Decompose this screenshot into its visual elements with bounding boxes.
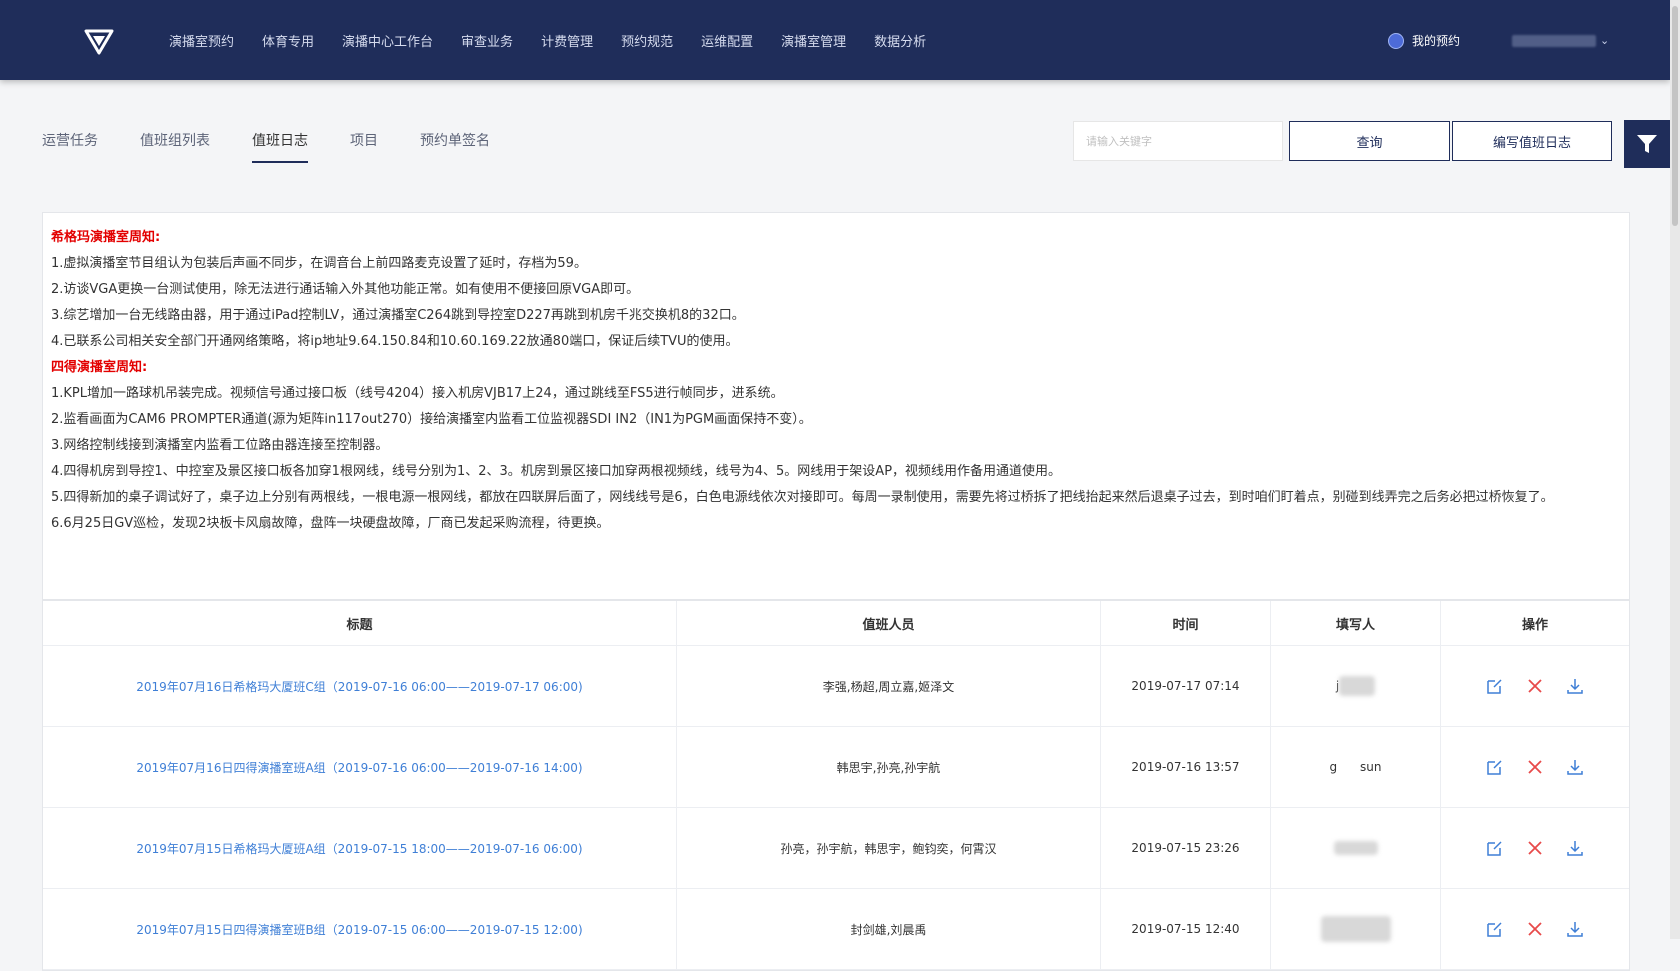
log-title-link[interactable]: 2019年07月16日希格玛大厦班C组（2019-07-16 06:00——20… bbox=[136, 678, 582, 695]
page-scrollbar[interactable] bbox=[1670, 0, 1680, 939]
nav-item-ops-config[interactable]: 运维配置 bbox=[701, 31, 753, 50]
duty-staff: 韩思宇,孙亮,孙宇航 bbox=[677, 727, 1101, 807]
delete-icon[interactable] bbox=[1525, 919, 1545, 939]
column-header-writer: 填写人 bbox=[1271, 601, 1441, 645]
notice-item: 1.虚拟演播室节目组认为包装后声画不同步，在调音台上前四路麦克设置了延时，存档为… bbox=[51, 256, 587, 271]
tab-operation-tasks[interactable]: 运营任务 bbox=[42, 130, 98, 163]
nav-item-booking-rules[interactable]: 预约规范 bbox=[621, 31, 673, 50]
app-logo-icon[interactable] bbox=[84, 28, 114, 56]
log-title-link[interactable]: 2019年07月15日四得演播室班B组（2019-07-15 06:00——20… bbox=[136, 921, 582, 938]
my-booking-label: 我的预约 bbox=[1412, 34, 1461, 48]
edit-icon[interactable] bbox=[1485, 919, 1505, 939]
table-row: 2019年07月16日四得演播室班A组（2019-07-16 06:00——20… bbox=[43, 727, 1629, 808]
table-row: 2019年07月15日希格玛大厦班A组（2019-07-15 18:00——20… bbox=[43, 808, 1629, 889]
notice-item: 4.四得机房到导控1、中控室及景区接口板各加穿1根网线，线号分别为1、2、3。机… bbox=[51, 464, 1062, 479]
writer-cell: g sun bbox=[1271, 727, 1441, 807]
tab-duty-log[interactable]: 值班日志 bbox=[252, 130, 308, 163]
filter-icon bbox=[1637, 135, 1657, 153]
user-name-blurred bbox=[1512, 34, 1596, 47]
delete-icon[interactable] bbox=[1525, 676, 1545, 696]
log-title-link[interactable]: 2019年07月15日希格玛大厦班A组（2019-07-15 18:00——20… bbox=[136, 840, 582, 857]
notice-section2-title: 四得演播室周知: bbox=[51, 360, 148, 375]
log-time: 2019-07-15 12:40 bbox=[1101, 889, 1271, 969]
search-input[interactable] bbox=[1073, 121, 1283, 161]
tab-booking-signature[interactable]: 预约单签名 bbox=[420, 130, 490, 163]
notice-item: 3.综艺增加一台无线路由器，用于通过iPad控制LV，通过演播室C264跳到导控… bbox=[51, 308, 745, 323]
column-header-title: 标题 bbox=[43, 601, 677, 645]
nav-item-studio-booking[interactable]: 演播室预约 bbox=[169, 31, 234, 50]
duty-staff: 李强,杨超,周立嘉,姬泽文 bbox=[677, 646, 1101, 726]
download-icon[interactable] bbox=[1565, 838, 1585, 858]
main-nav: 演播室预约 体育专用 演播中心工作台 审查业务 计费管理 预约规范 运维配置 演… bbox=[155, 0, 940, 80]
log-title-link[interactable]: 2019年07月16日四得演播室班A组（2019-07-16 06:00——20… bbox=[136, 759, 582, 776]
notice-item: 2.监看画面为CAM6 PROMPTER通道(源为矩阵in117out270）接… bbox=[51, 412, 812, 427]
globe-icon bbox=[1388, 32, 1404, 49]
nav-item-studio-management[interactable]: 演播室管理 bbox=[781, 31, 846, 50]
duty-log-table: 标题 值班人员 时间 填写人 操作 2019年07月16日希格玛大厦班C组（20… bbox=[42, 600, 1630, 971]
notice-section1-title: 希格玛演播室周知: bbox=[51, 230, 161, 245]
duty-staff: 封剑雄,刘晨禹 bbox=[677, 889, 1101, 969]
delete-icon[interactable] bbox=[1525, 838, 1545, 858]
writer-cell bbox=[1271, 889, 1441, 969]
edit-icon[interactable] bbox=[1485, 676, 1505, 696]
delete-icon[interactable] bbox=[1525, 757, 1545, 777]
nav-item-data-analysis[interactable]: 数据分析 bbox=[874, 31, 926, 50]
writer-cell: j bbox=[1271, 646, 1441, 726]
nav-item-workbench[interactable]: 演播中心工作台 bbox=[342, 31, 433, 50]
download-icon[interactable] bbox=[1565, 757, 1585, 777]
filter-button[interactable] bbox=[1624, 120, 1670, 168]
notice-item: 1.KPL增加一路球机吊装完成。视频信号通过接口板（线号4204）接入机房VJB… bbox=[51, 386, 784, 401]
write-log-button[interactable]: 编写值班日志 bbox=[1452, 121, 1612, 161]
notice-item: 4.已联系公司相关安全部门开通网络策略，将ip地址9.64.150.84和10.… bbox=[51, 334, 739, 349]
tab-projects[interactable]: 项目 bbox=[350, 130, 378, 163]
table-row: 2019年07月15日四得演播室班B组（2019-07-15 06:00——20… bbox=[43, 889, 1629, 970]
table-header-row: 标题 值班人员 时间 填写人 操作 bbox=[43, 601, 1629, 646]
notice-item: 6.6月25日GV巡检，发现2块板卡风扇故障，盘阵一块硬盘故障，厂商已发起采购流… bbox=[51, 516, 610, 531]
my-booking-link[interactable]: 我的预约 bbox=[1388, 32, 1460, 49]
column-header-time: 时间 bbox=[1101, 601, 1271, 645]
writer-name-blurred bbox=[1320, 916, 1391, 942]
column-header-staff: 值班人员 bbox=[677, 601, 1101, 645]
top-navbar: 演播室预约 体育专用 演播中心工作台 审查业务 计费管理 预约规范 运维配置 演… bbox=[0, 0, 1670, 80]
writer-cell bbox=[1271, 808, 1441, 888]
edit-icon[interactable] bbox=[1485, 838, 1505, 858]
notice-board: 希格玛演播室周知: 1.虚拟演播室节目组认为包装后声画不同步，在调音台上前四路麦… bbox=[42, 212, 1630, 600]
notice-item: 3.网络控制线接到演播室内监看工位路由器连接至控制器。 bbox=[51, 438, 389, 453]
nav-item-billing[interactable]: 计费管理 bbox=[541, 31, 593, 50]
user-menu[interactable]: ⌄ bbox=[1512, 34, 1609, 47]
sub-tabs: 运营任务 值班组列表 值班日志 项目 预约单签名 bbox=[42, 130, 532, 163]
writer-name-blurred bbox=[1333, 841, 1378, 855]
query-button[interactable]: 查询 bbox=[1289, 121, 1450, 161]
column-header-actions: 操作 bbox=[1521, 617, 1548, 633]
chevron-down-icon: ⌄ bbox=[1600, 34, 1610, 47]
duty-staff: 孙亮，孙宇航，韩思宇，鲍钧奕，何霄汉 bbox=[677, 808, 1101, 888]
log-time: 2019-07-15 23:26 bbox=[1101, 808, 1271, 888]
notice-item: 2.访谈VGA更换一台测试使用，除无法进行通话输入外其他功能正常。如有使用不便接… bbox=[51, 282, 640, 297]
writer-name: g sun bbox=[1329, 760, 1382, 774]
edit-icon[interactable] bbox=[1485, 757, 1505, 777]
download-icon[interactable] bbox=[1565, 919, 1585, 939]
table-row: 2019年07月16日希格玛大厦班C组（2019-07-16 06:00——20… bbox=[43, 646, 1629, 727]
download-icon[interactable] bbox=[1565, 676, 1585, 696]
nav-item-review[interactable]: 审查业务 bbox=[461, 31, 513, 50]
log-time: 2019-07-16 13:57 bbox=[1101, 727, 1271, 807]
nav-item-sports[interactable]: 体育专用 bbox=[262, 31, 314, 50]
notice-item: 5.四得新加的桌子调试好了，桌子边上分别有两根线，一根电源一根网线，都放在四联屏… bbox=[51, 490, 1554, 505]
tab-duty-groups[interactable]: 值班组列表 bbox=[140, 130, 210, 163]
log-time: 2019-07-17 07:14 bbox=[1101, 646, 1271, 726]
writer-name-blurred bbox=[1339, 676, 1376, 696]
